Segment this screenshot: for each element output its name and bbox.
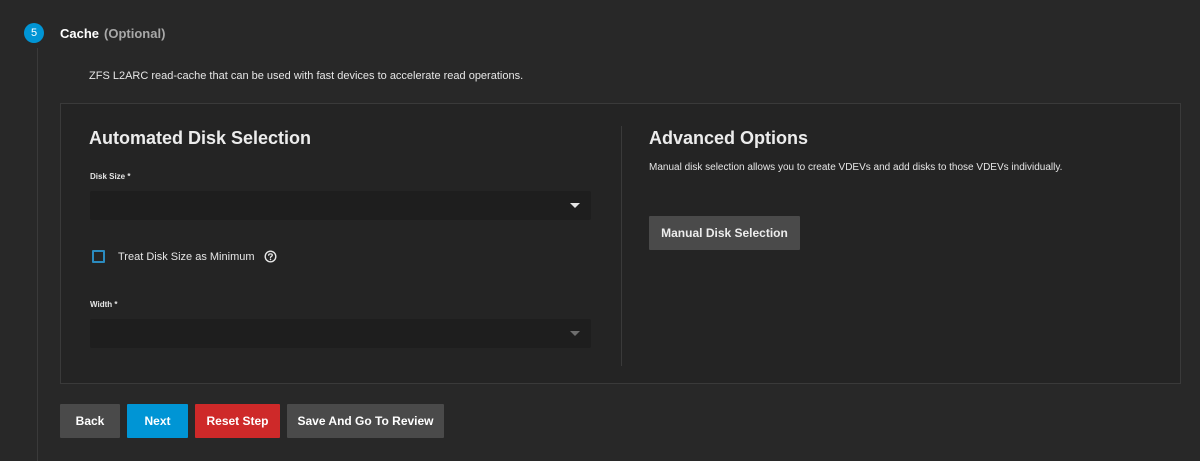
treat-min-row[interactable]: Treat Disk Size as Minimum xyxy=(92,250,277,263)
treat-min-checkbox[interactable] xyxy=(92,250,105,263)
stepper-line xyxy=(37,48,38,461)
section-divider xyxy=(621,126,622,366)
back-button[interactable]: Back xyxy=(60,404,120,438)
width-select[interactable] xyxy=(90,319,591,348)
step-description: ZFS L2ARC read-cache that can be used wi… xyxy=(89,70,524,82)
width-label: Width * xyxy=(90,300,118,309)
chevron-down-icon xyxy=(570,331,580,336)
step-number-badge: 5 xyxy=(24,23,44,43)
save-and-review-button[interactable]: Save And Go To Review xyxy=(287,404,444,438)
step-title: Cache xyxy=(60,25,100,41)
reset-step-button[interactable]: Reset Step xyxy=(195,404,280,438)
manual-disk-selection-button[interactable]: Manual Disk Selection xyxy=(649,216,800,250)
disk-size-label: Disk Size * xyxy=(90,172,131,181)
chevron-down-icon xyxy=(570,203,580,208)
step-optional-label: (Optional) xyxy=(104,25,166,41)
next-button[interactable]: Next xyxy=(127,404,188,438)
advanced-description: Manual disk selection allows you to crea… xyxy=(649,162,1063,173)
disk-size-select[interactable] xyxy=(90,191,591,220)
help-icon[interactable] xyxy=(264,250,277,263)
treat-min-label: Treat Disk Size as Minimum xyxy=(118,250,255,263)
step-actions: Back Next Reset Step Save And Go To Revi… xyxy=(60,404,444,438)
advanced-section-title: Advanced Options xyxy=(649,128,809,148)
cache-config-card: Automated Disk Selection Disk Size * Tre… xyxy=(60,103,1181,384)
automated-section-title: Automated Disk Selection xyxy=(89,128,312,148)
step-header[interactable]: 5 Cache (Optional) xyxy=(24,23,165,43)
